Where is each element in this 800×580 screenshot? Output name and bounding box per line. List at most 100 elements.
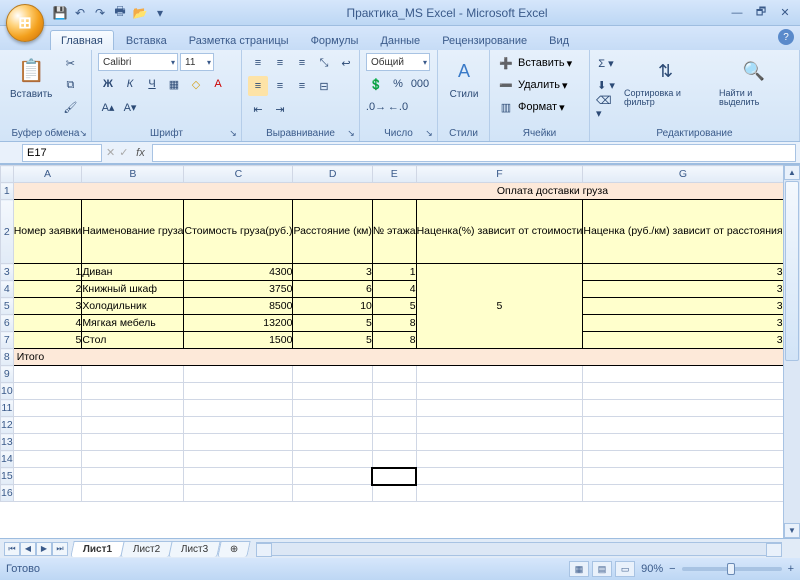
row-header[interactable]: 6	[1, 315, 14, 332]
sheet-nav-next-icon[interactable]: ▶	[36, 542, 52, 556]
align-bottom-icon[interactable]: ≡	[292, 53, 312, 73]
cell[interactable]: 5	[13, 332, 82, 349]
cell[interactable]: 4	[13, 315, 82, 332]
office-button[interactable]: ⊞	[6, 4, 44, 42]
comma-icon[interactable]: 000	[410, 74, 430, 94]
cell[interactable]: 3	[583, 298, 783, 315]
fill-icon[interactable]: ⬇ ▾	[596, 75, 616, 95]
formula-input[interactable]	[152, 144, 796, 162]
name-box[interactable]: E17	[22, 144, 102, 162]
fx-icon[interactable]: fx	[132, 147, 148, 159]
sheet-nav-last-icon[interactable]: ⏭	[52, 542, 68, 556]
cell[interactable]: 3	[583, 332, 783, 349]
active-cell[interactable]	[372, 468, 416, 485]
normal-view-icon[interactable]: ▦	[569, 561, 589, 577]
help-button[interactable]: ?	[778, 29, 794, 45]
col-header[interactable]: A	[13, 166, 82, 183]
cell[interactable]: 5	[293, 315, 372, 332]
col-header[interactable]: C	[184, 166, 293, 183]
save-icon[interactable]: 💾	[52, 5, 68, 21]
sheet-tab[interactable]: Лист3	[169, 541, 222, 557]
tab-home[interactable]: Главная	[50, 30, 114, 50]
autosum-icon[interactable]: Σ ▾	[596, 53, 616, 73]
tab-data[interactable]: Данные	[370, 31, 430, 50]
cell[interactable]: 3	[583, 281, 783, 298]
row-header[interactable]: 8	[1, 349, 14, 366]
align-right-icon[interactable]: ≡	[292, 76, 312, 96]
cell[interactable]: 3	[583, 264, 783, 281]
sheet-tab[interactable]: Лист1	[70, 541, 125, 557]
cell[interactable]: Диван	[82, 264, 184, 281]
shrink-font-icon[interactable]: A▾	[120, 97, 140, 117]
col-header[interactable]: D	[293, 166, 372, 183]
col-header[interactable]: E	[372, 166, 416, 183]
cell[interactable]: 3	[583, 315, 783, 332]
cell[interactable]: 8	[372, 332, 416, 349]
vertical-scrollbar[interactable]: ▲ ▼	[783, 165, 800, 538]
indent-inc-icon[interactable]: ⇥	[270, 99, 290, 119]
zoom-out-icon[interactable]: −	[669, 563, 675, 575]
row-header[interactable]: 1	[1, 183, 14, 200]
format-cells-button[interactable]: ▥Формат ▾	[496, 97, 565, 117]
cell[interactable]: 3	[13, 298, 82, 315]
print-icon[interactable]: 🖶	[112, 5, 128, 21]
percent-icon[interactable]: %	[388, 74, 408, 94]
cell[interactable]: 1	[372, 264, 416, 281]
cell[interactable]: Стол	[82, 332, 184, 349]
copy-icon[interactable]: ⧉	[60, 75, 80, 95]
cell[interactable]: 4	[372, 281, 416, 298]
cell[interactable]: 1500	[184, 332, 293, 349]
font-name-combo[interactable]: Calibri	[98, 53, 178, 71]
open-icon[interactable]: 📂	[132, 5, 148, 21]
cell[interactable]: 8500	[184, 298, 293, 315]
cell[interactable]: 2	[13, 281, 82, 298]
insert-cells-button[interactable]: ➕Вставить ▾	[496, 53, 572, 73]
paste-button[interactable]: 📋 Вставить	[6, 53, 56, 102]
inc-decimal-icon[interactable]: .0→	[366, 97, 386, 117]
cell[interactable]: Мягкая мебель	[82, 315, 184, 332]
tab-page-layout[interactable]: Разметка страницы	[179, 31, 299, 50]
row-header[interactable]: 10	[1, 383, 14, 400]
select-all-corner[interactable]	[1, 166, 14, 183]
cell[interactable]: 5	[416, 264, 583, 349]
cut-icon[interactable]: ✂	[60, 53, 80, 73]
align-middle-icon[interactable]: ≡	[270, 53, 290, 73]
tab-view[interactable]: Вид	[539, 31, 579, 50]
cell[interactable]: 10	[293, 298, 372, 315]
find-select-button[interactable]: 🔍 Найти и выделить	[715, 53, 793, 109]
orientation-icon[interactable]: ⤡	[314, 53, 334, 73]
row-header[interactable]: 5	[1, 298, 14, 315]
font-size-combo[interactable]: 11	[180, 53, 214, 71]
cell[interactable]: Оплата доставки груза	[13, 183, 800, 200]
grow-font-icon[interactable]: A▴	[98, 97, 118, 117]
cell[interactable]: 8	[372, 315, 416, 332]
cell[interactable]: Итого	[13, 349, 800, 366]
font-color-button[interactable]: A	[208, 74, 228, 94]
dec-decimal-icon[interactable]: ←.0	[388, 97, 408, 117]
border-button[interactable]: ▦	[164, 74, 184, 94]
delete-cells-button[interactable]: ➖Удалить ▾	[496, 75, 568, 95]
page-layout-view-icon[interactable]: ▤	[592, 561, 612, 577]
worksheet-grid[interactable]: A B C D E F G H I J 1 Оплата доставки гр…	[0, 164, 800, 538]
cell[interactable]: 3750	[184, 281, 293, 298]
tab-review[interactable]: Рецензирование	[432, 31, 537, 50]
currency-icon[interactable]: 💲	[366, 74, 386, 94]
styles-button[interactable]: A Стили	[444, 53, 484, 102]
format-painter-icon[interactable]: 🖌	[60, 97, 80, 117]
tab-insert[interactable]: Вставка	[116, 31, 177, 50]
col-header[interactable]: B	[82, 166, 184, 183]
cell[interactable]: 3	[293, 264, 372, 281]
minimize-button[interactable]: —	[726, 5, 748, 21]
undo-icon[interactable]: ↶	[72, 5, 88, 21]
sort-filter-button[interactable]: ⇅ Сортировка и фильтр	[620, 53, 711, 109]
cell[interactable]: Номер заявки	[13, 200, 82, 264]
row-header[interactable]: 7	[1, 332, 14, 349]
font-launcher[interactable]: ↘	[227, 127, 239, 139]
clear-icon[interactable]: ⌫ ▾	[596, 97, 616, 117]
align-launcher[interactable]: ↘	[345, 127, 357, 139]
cell[interactable]: Книжный шкаф	[82, 281, 184, 298]
number-format-combo[interactable]: Общий	[366, 53, 430, 71]
close-button[interactable]: ✕	[774, 5, 796, 21]
sheet-tab[interactable]: Лист2	[120, 541, 173, 557]
cell[interactable]: № этажа	[372, 200, 416, 264]
